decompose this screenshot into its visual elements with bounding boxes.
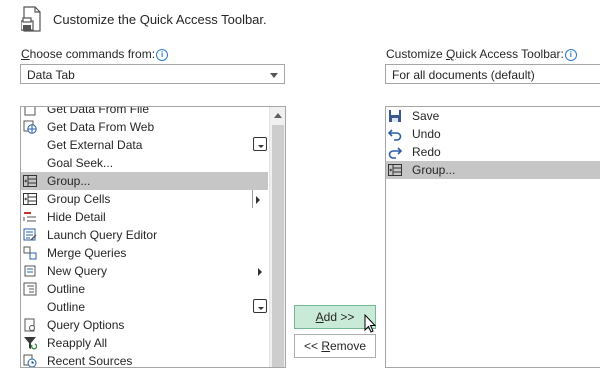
- dropdown-button-icon: [253, 137, 267, 151]
- command-list-item[interactable]: Outline: [21, 298, 268, 316]
- command-item-label: Group...: [47, 174, 91, 188]
- command-list-item[interactable]: Query Options: [21, 316, 268, 334]
- command-item-label: Get Data From Web: [47, 120, 155, 134]
- command-item-label: Hide Detail: [47, 210, 106, 224]
- group-icon: [23, 174, 37, 188]
- command-item-label: Get Data From File: [47, 106, 150, 116]
- command-item-label: Outline: [47, 300, 86, 314]
- scrollbar-thumb[interactable]: [272, 125, 284, 367]
- choose-commands-dropdown[interactable]: Data Tab: [20, 64, 285, 84]
- command-list-item[interactable]: Get External Data: [21, 136, 268, 154]
- commands-scrollbar[interactable]: [269, 107, 285, 367]
- toolbar-list-item[interactable]: Undo: [386, 125, 600, 143]
- reapply-icon: [23, 336, 38, 350]
- info-icon[interactable]: i: [156, 49, 169, 61]
- commands-list[interactable]: Get Data From File Get Data From Web Get E…: [20, 106, 286, 368]
- dropdown-button-icon: [253, 299, 267, 313]
- query-editor-icon: [23, 228, 37, 242]
- quick-access-toolbar-icon: [20, 6, 43, 32]
- command-list-item[interactable]: Group Cells: [21, 190, 268, 208]
- customize-toolbar-label: Customize Quick Access Toolbar: i: [386, 47, 577, 61]
- hide-detail-icon: [23, 210, 37, 224]
- group-icon: [23, 192, 37, 206]
- info-icon[interactable]: i: [564, 49, 577, 61]
- group-icon: [388, 163, 402, 177]
- choose-commands-value: Data Tab: [27, 68, 75, 82]
- mouse-cursor-icon: [364, 313, 378, 334]
- toolbar-list-item[interactable]: Group...: [386, 161, 600, 179]
- toolbar-list-item[interactable]: Redo: [386, 143, 600, 161]
- undo-icon: [387, 127, 402, 141]
- toolbar-items-list[interactable]: Save Undo Redo Group...: [385, 106, 600, 368]
- command-list-item[interactable]: Outline: [21, 280, 268, 298]
- dialog-title: Customize the Quick Access Toolbar.: [53, 12, 267, 27]
- save-icon: [388, 109, 402, 123]
- command-item-label: Get External Data: [47, 138, 143, 152]
- command-list-item[interactable]: Launch Query Editor: [21, 226, 268, 244]
- command-list-item[interactable]: Get Data From File: [21, 106, 268, 118]
- customize-toolbar-dropdown[interactable]: For all documents (default): [385, 64, 600, 84]
- command-item-label: Reapply All: [47, 336, 108, 350]
- query-options-icon: [23, 318, 37, 332]
- command-list-item[interactable]: Hide Detail: [21, 208, 268, 226]
- command-list-item[interactable]: Reapply All: [21, 334, 268, 352]
- command-item-label: Outline: [47, 282, 86, 296]
- redo-icon: [388, 145, 403, 159]
- command-list-item[interactable]: New Query: [21, 262, 268, 280]
- toolbar-item-label: Group...: [412, 163, 456, 177]
- command-item-label: Launch Query Editor: [47, 228, 158, 242]
- submenu-arrow-icon: [258, 268, 262, 276]
- command-item-label: Group Cells: [47, 192, 111, 206]
- toolbar-item-label: Redo: [412, 145, 441, 159]
- scroll-up-arrow-icon[interactable]: [270, 107, 285, 124]
- new-query-icon: [23, 264, 37, 278]
- toolbar-list-item[interactable]: Save: [386, 107, 600, 125]
- command-item-label: Goal Seek...: [47, 156, 114, 170]
- submenu-arrow-icon: [256, 196, 260, 204]
- remove-button[interactable]: << Remove: [294, 334, 376, 358]
- chevron-down-icon: [270, 73, 278, 78]
- toolbar-item-label: Undo: [412, 127, 441, 141]
- command-item-label: Query Options: [47, 318, 125, 332]
- customize-toolbar-value: For all documents (default): [392, 68, 535, 82]
- command-list-item[interactable]: Merge Queries: [21, 244, 268, 262]
- command-list-item[interactable]: Group...: [21, 172, 268, 190]
- command-list-item[interactable]: Get Data From Web: [21, 118, 268, 136]
- command-list-item[interactable]: Goal Seek...: [21, 154, 268, 172]
- file-data-icon: [23, 107, 37, 116]
- toolbar-item-label: Save: [412, 109, 440, 123]
- split-divider: [252, 190, 253, 208]
- command-item-label: New Query: [47, 264, 108, 278]
- outline-icon: [23, 282, 37, 296]
- choose-commands-label: Choose commands from: i: [21, 47, 169, 61]
- web-data-icon: [23, 120, 37, 134]
- merge-queries-icon: [23, 246, 37, 260]
- command-item-label: Merge Queries: [47, 246, 127, 260]
